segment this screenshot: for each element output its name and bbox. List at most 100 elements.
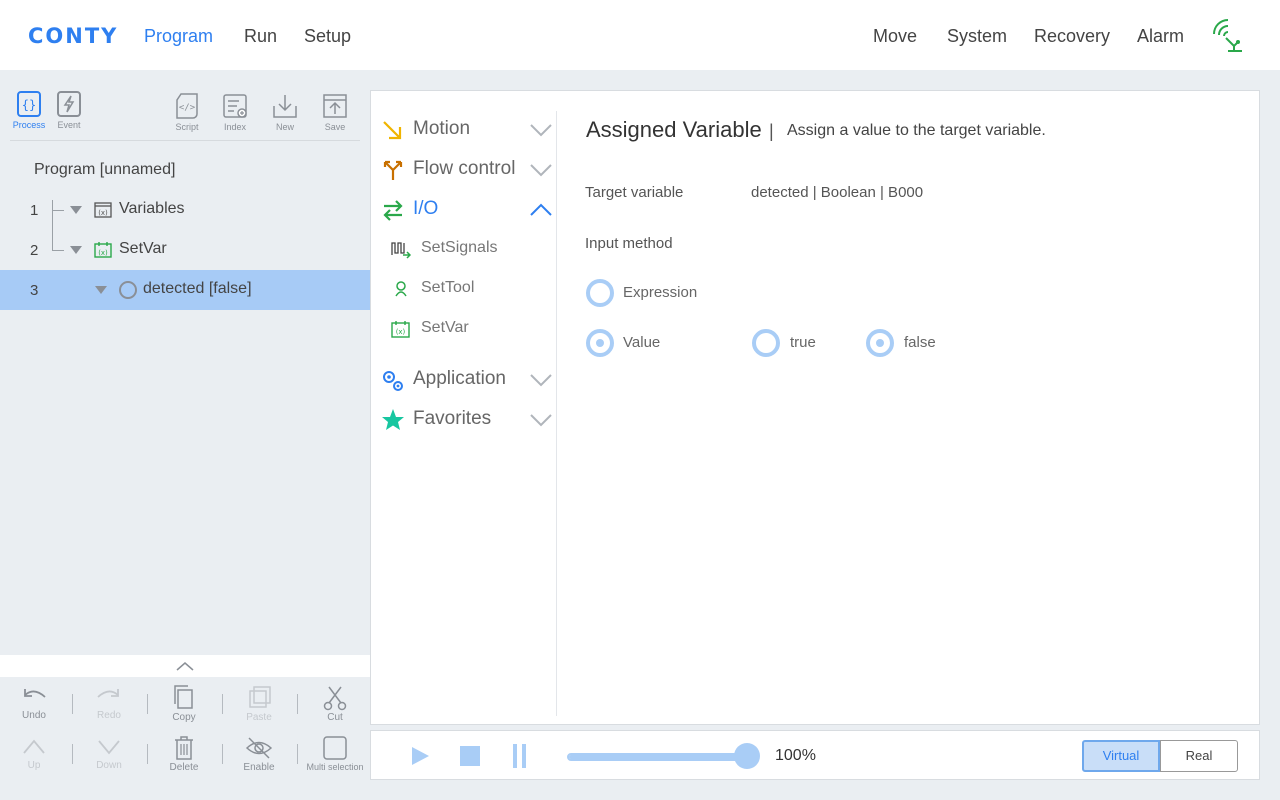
cut-label: Cut	[327, 712, 343, 723]
upload-icon	[323, 94, 347, 118]
tool-divider	[147, 744, 148, 764]
run-bar: 100% Virtual Real	[370, 730, 1260, 780]
speed-slider-thumb[interactable]	[734, 743, 760, 769]
false-radio[interactable]	[866, 329, 894, 357]
chevron-down-icon	[530, 164, 552, 177]
eye-off-icon	[245, 737, 273, 759]
circle-icon	[119, 281, 137, 299]
conty-logo: CONTY	[28, 24, 119, 48]
row-number: 1	[30, 202, 39, 219]
category-io[interactable]: I/O	[381, 195, 552, 225]
tool-divider	[222, 694, 223, 714]
script-icon: </>	[176, 93, 198, 119]
paste-label: Paste	[246, 712, 272, 723]
event-tab[interactable]: Event	[54, 90, 84, 130]
down-label: Down	[96, 760, 122, 771]
checkbox-icon	[323, 736, 347, 760]
tool-divider	[72, 694, 73, 714]
true-radio[interactable]	[752, 329, 780, 357]
up-button[interactable]: Up	[4, 735, 64, 771]
program-title: Program [unnamed]	[34, 161, 176, 178]
nav-run[interactable]: Run	[244, 26, 277, 47]
cut-button[interactable]: Cut	[305, 685, 365, 723]
undo-label: Undo	[22, 710, 46, 721]
category-label: Application	[413, 368, 506, 389]
category-label: I/O	[413, 198, 439, 219]
tree-row-variables[interactable]: 1 (x) Variables	[0, 190, 370, 230]
value-radio[interactable]	[586, 329, 614, 357]
event-icon	[57, 91, 81, 117]
nav-setup[interactable]: Setup	[304, 26, 351, 47]
index-button[interactable]: Index	[218, 92, 252, 132]
script-button[interactable]: </> Script	[170, 92, 204, 132]
virtual-mode-button[interactable]: Virtual	[1082, 740, 1160, 772]
stop-icon[interactable]	[460, 746, 480, 766]
robot-connection-icon[interactable]	[1210, 18, 1246, 52]
command-title: Assigned Variable	[586, 117, 762, 142]
category-application[interactable]: Application	[381, 365, 552, 395]
command-description: Assign a value to the target variable.	[787, 122, 1046, 139]
redo-button[interactable]: Redo	[79, 685, 139, 721]
event-label: Event	[57, 120, 81, 130]
enable-button[interactable]: Enable	[229, 735, 289, 773]
value-label: Value	[623, 334, 661, 351]
multi-selection-label: Multi selection	[306, 762, 364, 772]
false-label: false	[904, 334, 936, 351]
setvar-icon: (x)	[391, 321, 410, 338]
nav-program[interactable]: Program	[144, 26, 213, 47]
delete-button[interactable]: Delete	[154, 735, 214, 773]
save-button[interactable]: Save	[318, 92, 352, 132]
true-label: true	[790, 334, 816, 351]
nav-alarm[interactable]: Alarm	[1137, 26, 1184, 47]
script-label: Script	[175, 122, 199, 132]
process-tab[interactable]: {} Process	[12, 90, 46, 130]
chevron-down-icon	[530, 414, 552, 427]
target-variable-label: Target variable	[585, 184, 684, 201]
expand-triangle-icon[interactable]	[70, 206, 82, 214]
toolbar-divider	[10, 140, 360, 141]
svg-text:{}: {}	[22, 98, 36, 112]
paste-icon	[249, 686, 271, 708]
svg-text:(x): (x)	[396, 328, 406, 336]
undo-icon	[24, 689, 46, 698]
expand-triangle-icon[interactable]	[95, 286, 107, 294]
tree-row-detected[interactable]: 3 detected [false]	[0, 270, 370, 310]
real-mode-button[interactable]: Real	[1160, 740, 1238, 772]
category-motion[interactable]: Motion	[381, 115, 552, 145]
command-label: SetVar	[421, 319, 469, 336]
down-button[interactable]: Down	[79, 735, 139, 771]
nav-move[interactable]: Move	[873, 26, 917, 47]
category-flow-control[interactable]: Flow control	[381, 155, 552, 185]
speed-slider[interactable]	[567, 753, 747, 761]
scissors-icon	[323, 686, 347, 711]
target-variable-value[interactable]: detected | Boolean | B000	[751, 184, 923, 201]
expand-triangle-icon[interactable]	[70, 246, 82, 254]
tree-row-label: SetVar	[119, 240, 167, 257]
process-label: Process	[12, 120, 46, 130]
multi-selection-button[interactable]: Multi selection	[305, 735, 365, 772]
expression-radio[interactable]	[586, 279, 614, 307]
tool-divider	[297, 744, 298, 764]
chevron-down-icon	[530, 124, 552, 137]
tool-divider	[297, 694, 298, 714]
paste-button[interactable]: Paste	[229, 685, 289, 723]
process-icon: {}	[17, 91, 41, 117]
setvar-icon: (x)	[94, 242, 112, 258]
tool-gripper-icon	[395, 281, 407, 297]
tree-row-setvar[interactable]: 2 (x) SetVar	[0, 230, 370, 270]
pause-icon[interactable]	[512, 744, 528, 768]
play-icon[interactable]	[409, 745, 431, 767]
category-favorites[interactable]: Favorites	[381, 405, 552, 435]
nav-recovery[interactable]: Recovery	[1034, 26, 1110, 47]
chevron-down-icon	[530, 374, 552, 387]
edit-tools-toggle[interactable]	[0, 655, 370, 677]
up-label: Up	[27, 760, 41, 771]
title-separator: |	[769, 121, 774, 141]
nav-system[interactable]: System	[947, 26, 1007, 47]
undo-button[interactable]: Undo	[4, 685, 64, 721]
new-button[interactable]: New	[268, 92, 302, 132]
panel-divider	[556, 111, 557, 716]
copy-button[interactable]: Copy	[154, 685, 214, 723]
svg-text:</>: </>	[179, 103, 196, 113]
speed-slider-fill	[569, 755, 745, 759]
